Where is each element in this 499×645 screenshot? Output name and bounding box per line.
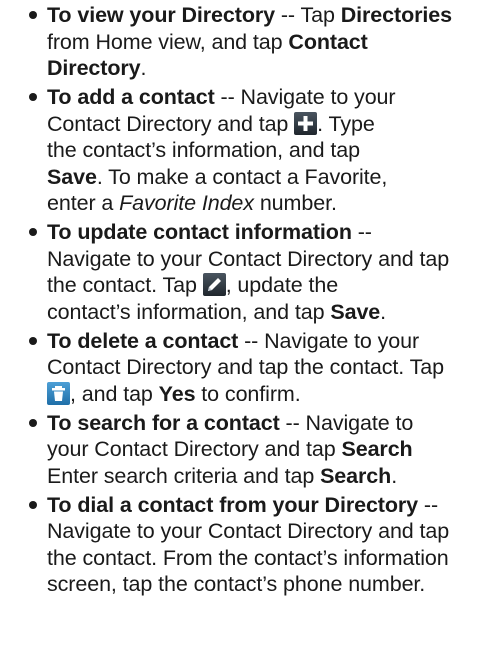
- list-item-search-contact: To search for a contact -- Navigate to y…: [0, 410, 499, 490]
- item-line: To delete a contact -- Navigate to your: [47, 328, 420, 353]
- item-line: screen, tap the contact’s phone number.: [47, 572, 426, 596]
- instruction-list: To view your Directory -- Tap Directorie…: [0, 0, 499, 600]
- item-title: To view your Directory: [47, 3, 275, 27]
- item-title: To search for a contact: [47, 410, 280, 435]
- item-line: To dial a contact from your Directory --: [47, 492, 439, 517]
- item-line: Contact Directory and tap . Type: [47, 111, 375, 136]
- list-item-add-contact: To add a contact -- Navigate to your Con…: [0, 84, 499, 217]
- item-title: To update contact information: [47, 220, 352, 244]
- item-line: from Home view, and tap Contact: [47, 29, 368, 54]
- item-line: To update contact information --: [47, 220, 372, 244]
- trash-icon: [47, 381, 70, 405]
- list-item-update-contact: To update contact information -- Navigat…: [0, 219, 499, 325]
- item-title: To dial a contact from your Directory: [47, 492, 419, 517]
- pencil-icon: [202, 273, 226, 296]
- item-line: contact’s information, and tap Save.: [47, 299, 387, 324]
- item-line: Directory.: [47, 56, 147, 80]
- item-line: Save. To make a contact a Favorite,: [47, 164, 388, 189]
- list-item-view-directory: To view your Directory -- Tap Directorie…: [0, 2, 499, 82]
- item-line: the contact’s information, and tap: [47, 138, 360, 162]
- item-line: enter a Favorite Index number.: [47, 191, 337, 215]
- item-line: To view your Directory -- Tap Directorie…: [47, 3, 452, 27]
- item-line: To add a contact -- Navigate to your: [47, 85, 396, 109]
- item-line: your Contact Directory and tap Search: [47, 437, 413, 461]
- item-line: Navigate to your Contact Directory and t…: [47, 246, 450, 271]
- item-line: Enter search criteria and tap Search.: [47, 463, 398, 488]
- item-line: Contact Directory and tap the contact. T…: [47, 355, 444, 379]
- plus-icon: [294, 111, 318, 135]
- list-item-delete-contact: To delete a contact -- Navigate to your …: [0, 328, 499, 408]
- item-line: the contact. From the contact’s informat…: [47, 545, 449, 570]
- item-line: To search for a contact -- Navigate to: [47, 410, 414, 435]
- item-line: Navigate to your Contact Directory and t…: [47, 519, 450, 543]
- list-item-dial-contact: To dial a contact from your Directory --…: [0, 492, 499, 598]
- item-title: To add a contact: [47, 85, 215, 109]
- item-line: , and tap Yes to confirm.: [47, 381, 495, 408]
- item-line: the contact. Tap , update the: [47, 273, 339, 297]
- item-title: To delete a contact: [47, 328, 239, 353]
